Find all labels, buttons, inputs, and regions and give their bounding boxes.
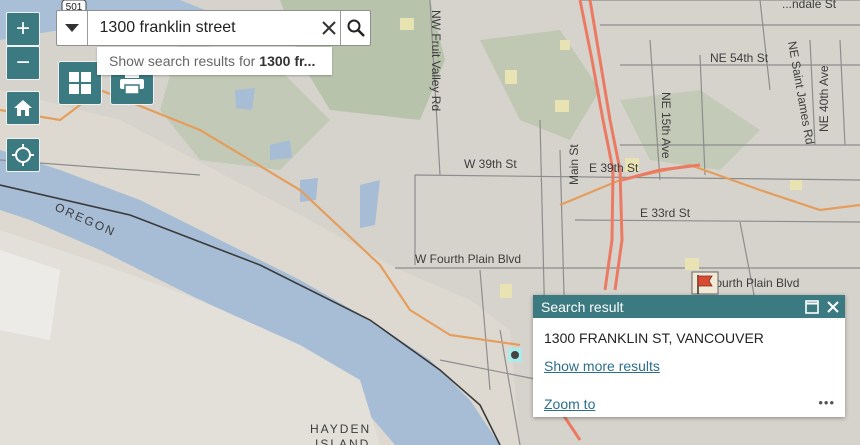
caret-down-icon	[64, 24, 79, 32]
search-button[interactable]	[340, 11, 370, 45]
label-ne15: NE 15th Ave	[659, 92, 673, 159]
basemap-gallery-button[interactable]	[58, 61, 102, 105]
zoom-in-button[interactable]: +	[6, 12, 40, 46]
zoom-to-link[interactable]: Zoom to	[544, 396, 595, 412]
suggestion-prefix: Show search results for	[109, 53, 256, 69]
minus-icon: −	[15, 49, 30, 76]
label-w39: W 39th St	[464, 157, 517, 171]
search-icon	[347, 19, 365, 37]
home-icon	[14, 100, 32, 116]
label-main-st: Main St	[567, 144, 581, 185]
label-hayden: HAYDEN	[310, 422, 371, 436]
suggestion-term: 1300 fr...	[259, 53, 316, 69]
label-ne40: NE 40th Ave	[817, 65, 831, 132]
zoom-out-button[interactable]: −	[6, 46, 40, 80]
locate-button[interactable]	[6, 138, 40, 172]
locate-icon	[12, 144, 34, 166]
search-result-marker[interactable]	[508, 348, 522, 362]
search-input[interactable]	[87, 11, 319, 45]
maximize-icon[interactable]	[805, 299, 819, 314]
search-widget	[56, 10, 371, 46]
show-more-results-link[interactable]: Show more results	[544, 358, 660, 374]
close-icon	[322, 21, 337, 35]
water-body	[235, 88, 255, 110]
home-button[interactable]	[6, 91, 40, 125]
label-fruit-valley: NW Fruit Valley Rd	[429, 10, 443, 111]
label-e-fourth-plain: Fourth Plain Blvd	[708, 276, 799, 290]
basemap-gallery-icon	[69, 72, 91, 94]
label-w-fourth-plain: W Fourth Plain Blvd	[415, 252, 521, 266]
popup-body: 1300 FRANKLIN ST, VANCOUVER Show more re…	[533, 318, 845, 418]
label-e33: E 33rd St	[640, 206, 691, 220]
flag-icon[interactable]	[691, 271, 719, 295]
more-options-menu[interactable]: •••	[818, 395, 835, 410]
search-source-dropdown[interactable]	[57, 11, 88, 45]
clear-search-button[interactable]	[319, 11, 341, 45]
label-island: ISLAND	[315, 437, 370, 445]
popup-title: Search result	[541, 298, 624, 315]
label-ne54: NE 54th St	[710, 51, 769, 65]
plus-icon: +	[15, 15, 30, 42]
search-suggestion[interactable]: Show search results for 1300 fr...	[97, 47, 332, 75]
result-address: 1300 FRANKLIN ST, VANCOUVER	[544, 330, 764, 346]
close-icon[interactable]	[827, 300, 839, 313]
label-e39: E 39th St	[589, 161, 639, 175]
label-top-partial: ...ndale St	[782, 0, 837, 11]
popup-header: Search result	[533, 295, 845, 318]
search-result-popup: Search result 1300 FRANKLIN ST, VANCOUVE…	[533, 295, 845, 417]
